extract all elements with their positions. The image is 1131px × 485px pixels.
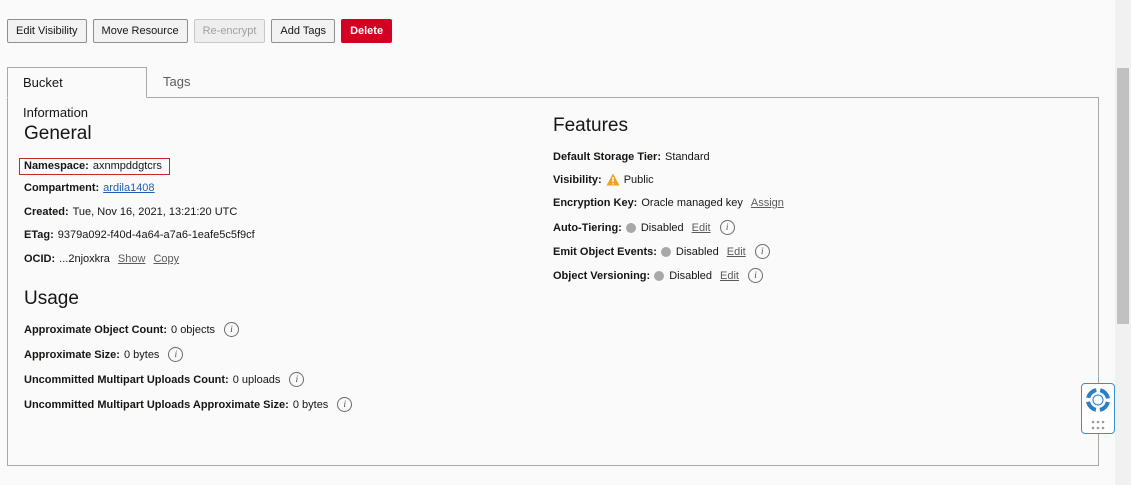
- multipart-count-row: Uncommitted Multipart Uploads Count: 0 u…: [24, 372, 305, 387]
- edit-visibility-button[interactable]: Edit Visibility: [7, 19, 87, 43]
- multipart-size-value: 0 bytes: [292, 398, 329, 411]
- approx-size-label: Approximate Size:: [24, 348, 120, 361]
- page-scrollbar[interactable]: [1115, 0, 1131, 485]
- versioning-value: Disabled: [669, 269, 712, 282]
- emit-events-edit-link[interactable]: Edit: [727, 246, 746, 258]
- storage-tier-value: Standard: [665, 151, 710, 163]
- namespace-row: Namespace: axnmpddgtcrs: [24, 160, 162, 172]
- info-icon[interactable]: i: [224, 322, 240, 337]
- ocid-value: ...2njoxkra: [59, 253, 110, 265]
- info-icon[interactable]: i: [168, 347, 184, 362]
- ocid-label: OCID:: [24, 253, 56, 265]
- action-toolbar: Edit Visibility Move Resource Re-encrypt…: [7, 19, 393, 43]
- auto-tiering-row: Auto-Tiering: Disabled Edit i: [553, 220, 735, 235]
- info-icon[interactable]: i: [289, 372, 305, 387]
- emit-events-row: Emit Object Events: Disabled Edit i: [553, 244, 770, 259]
- visibility-label: Visibility:: [553, 173, 602, 186]
- ocid-row: OCID: ...2njoxkra Show Copy: [24, 253, 179, 265]
- info-icon[interactable]: i: [747, 268, 763, 283]
- move-resource-button[interactable]: Move Resource: [92, 19, 188, 43]
- usage-heading: Usage: [24, 288, 79, 309]
- tab-tags[interactable]: Tags: [148, 67, 208, 98]
- created-label: Created:: [24, 206, 69, 218]
- re-encrypt-button[interactable]: Re-encrypt: [193, 19, 266, 43]
- assign-link[interactable]: Assign: [751, 197, 784, 209]
- multipart-size-label: Uncommitted Multipart Uploads Approximat…: [24, 398, 289, 411]
- versioning-edit-link[interactable]: Edit: [720, 270, 739, 282]
- warning-icon: [606, 173, 620, 186]
- emit-events-label: Emit Object Events:: [553, 245, 657, 258]
- multipart-count-value: 0 uploads: [232, 373, 281, 386]
- object-count-row: Approximate Object Count: 0 objects i: [24, 322, 240, 337]
- features-heading: Features: [553, 115, 628, 136]
- status-dot: [660, 246, 671, 257]
- visibility-value: Public: [623, 173, 654, 186]
- auto-tiering-value: Disabled: [640, 221, 684, 234]
- etag-value: 9379a092-f40d-4a64-a7a6-1eafe5c5f9cf: [57, 229, 255, 241]
- add-tags-button[interactable]: Add Tags: [271, 19, 336, 43]
- auto-tiering-edit-link[interactable]: Edit: [692, 222, 711, 234]
- namespace-label: Namespace:: [24, 160, 89, 172]
- status-dot: [654, 270, 665, 281]
- ocid-copy-link[interactable]: Copy: [153, 253, 179, 265]
- multipart-size-row: Uncommitted Multipart Uploads Approximat…: [24, 397, 353, 412]
- bucket-information-panel: General Namespace: axnmpddgtcrs Compartm…: [7, 97, 1099, 466]
- lifebuoy-icon[interactable]: [1086, 388, 1110, 412]
- tab-bucket-information[interactable]: Bucket Information: [7, 67, 147, 120]
- created-value: Tue, Nov 16, 2021, 13:21:20 UTC: [72, 206, 238, 218]
- etag-row: ETag: 9379a092-f40d-4a64-a7a6-1eafe5c5f9…: [24, 229, 255, 241]
- scrollbar-thumb[interactable]: [1117, 68, 1129, 324]
- multipart-count-label: Uncommitted Multipart Uploads Count:: [24, 373, 229, 386]
- versioning-row: Object Versioning: Disabled Edit i: [553, 268, 763, 283]
- encryption-row: Encryption Key: Oracle managed key Assig…: [553, 197, 784, 209]
- versioning-label: Object Versioning:: [553, 269, 651, 282]
- ocid-show-link[interactable]: Show: [118, 253, 146, 265]
- delete-button[interactable]: Delete: [341, 19, 393, 43]
- emit-events-value: Disabled: [675, 245, 719, 258]
- encryption-value: Oracle managed key: [641, 197, 743, 209]
- approx-size-row: Approximate Size: 0 bytes i: [24, 347, 184, 362]
- storage-tier-row: Default Storage Tier: Standard: [553, 151, 710, 163]
- info-icon[interactable]: i: [337, 397, 353, 412]
- etag-label: ETag:: [24, 229, 54, 241]
- encryption-label: Encryption Key:: [553, 197, 638, 209]
- compartment-row: Compartment: ardila1408: [24, 182, 155, 194]
- namespace-value: axnmpddgtcrs: [92, 160, 162, 172]
- created-row: Created: Tue, Nov 16, 2021, 13:21:20 UTC: [24, 206, 237, 218]
- compartment-label: Compartment:: [24, 182, 100, 194]
- status-dot: [625, 222, 636, 233]
- auto-tiering-label: Auto-Tiering:: [553, 221, 622, 234]
- help-widget[interactable]: [1081, 383, 1115, 434]
- object-count-label: Approximate Object Count:: [24, 323, 168, 336]
- info-icon[interactable]: i: [754, 244, 770, 259]
- info-icon[interactable]: i: [719, 220, 735, 235]
- drag-grip-icon[interactable]: [1091, 420, 1105, 430]
- compartment-link[interactable]: ardila1408: [103, 182, 154, 194]
- object-count-value: 0 objects: [171, 323, 216, 336]
- storage-tier-label: Default Storage Tier:: [553, 151, 661, 163]
- visibility-row: Visibility: Public: [553, 173, 654, 186]
- approx-size-value: 0 bytes: [123, 348, 160, 361]
